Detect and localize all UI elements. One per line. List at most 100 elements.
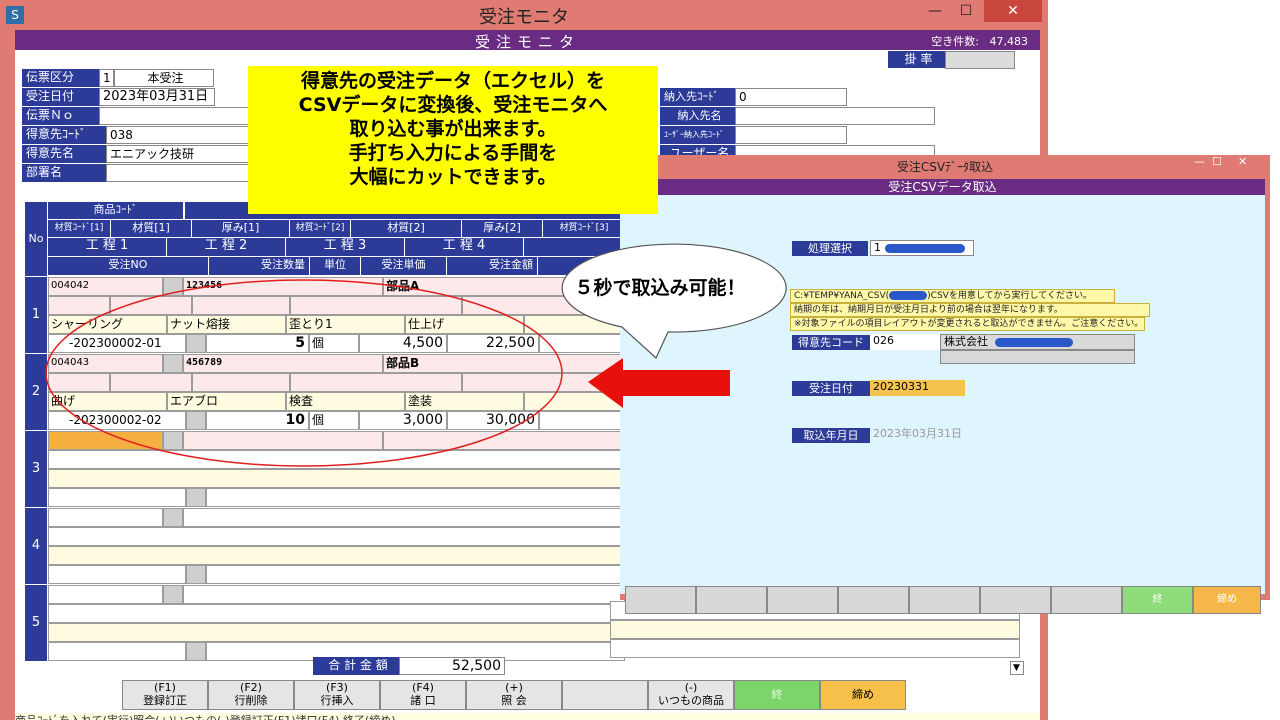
row-1-mat-code-1[interactable]	[48, 296, 110, 315]
row-3-product-code[interactable]	[48, 431, 163, 450]
dialog-fn-button-6[interactable]	[980, 586, 1051, 614]
process-select-field[interactable]: 1	[870, 240, 974, 256]
row-5-materials[interactable]	[48, 604, 625, 623]
row-3-number: 3	[25, 431, 47, 507]
row-2-quantity[interactable]: 10	[206, 411, 309, 430]
customer-name-field[interactable]: エニアック技研	[106, 145, 256, 163]
row-5-product-code[interactable]	[48, 585, 163, 604]
row-4-amounts[interactable]	[206, 565, 625, 584]
row-2-unit-price[interactable]: 3,000	[359, 411, 447, 430]
dialog-customer-code-field[interactable]: 026	[870, 334, 940, 350]
dialog-fn-button-7[interactable]	[1051, 586, 1122, 614]
delivery-name-label: 納入先名	[660, 107, 735, 125]
row-3-code2[interactable]	[183, 431, 383, 450]
customer-code-field[interactable]: 038	[106, 126, 256, 144]
dialog-fn-button-4[interactable]	[838, 586, 909, 614]
row-2-thickness-2[interactable]	[462, 373, 625, 392]
row-1-thickness-1[interactable]	[192, 296, 290, 315]
user-delivery-code-field[interactable]	[735, 126, 847, 144]
row-5-name[interactable]	[183, 585, 625, 604]
insert-row-button[interactable]: (F3) 行挿入	[294, 680, 380, 710]
row-1-code2[interactable]: 123456	[183, 277, 383, 296]
row-4-name[interactable]	[183, 508, 625, 527]
row-2-extra[interactable]	[539, 411, 625, 430]
row-2-code2[interactable]: 456789	[183, 354, 383, 373]
row-3-processes[interactable]	[48, 469, 625, 488]
usual-products-button[interactable]: (-) いつもの商品	[648, 680, 734, 710]
row-1-process-2[interactable]: ナット熔接	[167, 315, 286, 334]
row-1-amount[interactable]: 22,500	[447, 334, 539, 353]
row-3-order-no[interactable]	[48, 488, 186, 507]
slip-no-field[interactable]	[99, 107, 259, 125]
row-4-processes[interactable]	[48, 546, 625, 565]
close-button[interactable]: ✕	[984, 0, 1042, 22]
row-5-processes[interactable]	[48, 623, 625, 642]
row-5-processes-ext[interactable]	[610, 620, 1020, 639]
delete-row-button[interactable]: (F2) 行削除	[208, 680, 294, 710]
close-out-button[interactable]: 締め	[820, 680, 906, 710]
dialog-close-button[interactable]: ✕	[1238, 155, 1247, 168]
row-2-mat-code-1[interactable]	[48, 373, 110, 392]
dialog-maximize-button[interactable]: ☐	[1212, 155, 1222, 168]
row-1-quantity[interactable]: 5	[206, 334, 309, 353]
dialog-minimize-button[interactable]: —	[1194, 155, 1205, 168]
dialog-fn-button-5[interactable]	[909, 586, 980, 614]
dialog-order-date-field[interactable]: 20230331	[870, 380, 965, 396]
row-1-material-2[interactable]	[290, 296, 462, 315]
row-2-name[interactable]: 部品B	[383, 354, 625, 373]
row-2-product-code[interactable]: 004043	[48, 354, 163, 373]
misc-button[interactable]: (F4) 諸 口	[380, 680, 466, 710]
dialog-close-out-button[interactable]: 締め	[1193, 586, 1261, 614]
row-2-material-2[interactable]	[290, 373, 462, 392]
row-1-unit[interactable]: 個	[309, 334, 359, 353]
slip-type-code[interactable]: 1	[99, 69, 114, 87]
department-field[interactable]	[106, 164, 256, 182]
row-2-process-3[interactable]: 検査	[286, 392, 405, 411]
row-2-amount[interactable]: 30,000	[447, 411, 539, 430]
dialog-fn-button-1[interactable]	[625, 586, 696, 614]
maximize-button[interactable]: ☐	[952, 0, 980, 22]
row-3-amounts[interactable]	[206, 488, 625, 507]
row-2-process-1[interactable]: 曲げ	[48, 392, 167, 411]
row-4-order-no[interactable]	[48, 565, 186, 584]
row-2-material-1[interactable]	[110, 373, 192, 392]
row-3-name[interactable]	[383, 431, 625, 450]
row-5-amounts-ext[interactable]	[610, 639, 1020, 658]
inquiry-button[interactable]: (+) 照 会	[466, 680, 562, 710]
row-1-extra[interactable]	[539, 334, 625, 353]
slip-type-value[interactable]: 本受注	[114, 69, 214, 87]
row-1-material-1[interactable]	[110, 296, 192, 315]
delivery-code-field[interactable]: 0	[735, 88, 847, 106]
row-2-process-5[interactable]	[524, 392, 625, 411]
window-titlebar[interactable]: S 受注モニタ — ☐ ✕	[0, 0, 1048, 30]
rate-field[interactable]	[945, 51, 1015, 69]
row-1-unit-price[interactable]: 4,500	[359, 334, 447, 353]
dialog-company-field-2	[940, 350, 1135, 364]
row-2-process-2[interactable]: エアブロ	[167, 392, 286, 411]
dialog-fn-button-3[interactable]	[767, 586, 838, 614]
row-1-process-1[interactable]: シャーリング	[48, 315, 167, 334]
row-2-process-4[interactable]: 塗装	[405, 392, 524, 411]
dialog-fn-button-2[interactable]	[696, 586, 767, 614]
row-3-materials[interactable]	[48, 450, 625, 469]
row-5-order-no[interactable]	[48, 642, 186, 661]
row-1-product-code[interactable]: 004042	[48, 277, 163, 296]
row-1-process-5[interactable]	[524, 315, 625, 334]
row-2-thickness-1[interactable]	[192, 373, 290, 392]
blank-button[interactable]	[562, 680, 648, 710]
row-2-order-no[interactable]: -202300002-02	[48, 411, 186, 430]
minimize-button[interactable]: —	[922, 0, 948, 22]
end-button[interactable]: 終	[734, 680, 820, 710]
dialog-end-button[interactable]: 終	[1122, 586, 1193, 614]
order-date-field[interactable]: 2023年03月31日	[99, 88, 215, 106]
delivery-name-field[interactable]	[735, 107, 935, 125]
row-4-product-code[interactable]	[48, 508, 163, 527]
row-1-order-no[interactable]: -202300002-01	[48, 334, 186, 353]
row-1-process-3[interactable]: 歪とり1	[286, 315, 405, 334]
row-1-process-4[interactable]: 仕上げ	[405, 315, 524, 334]
row-2-unit[interactable]: 個	[309, 411, 359, 430]
scroll-down-icon[interactable]: ▼	[1010, 661, 1024, 675]
row-4-materials[interactable]	[48, 527, 625, 546]
register-correct-button[interactable]: (F1) 登録訂正	[122, 680, 208, 710]
import-date-field[interactable]: 2023年03月31日	[870, 427, 965, 443]
